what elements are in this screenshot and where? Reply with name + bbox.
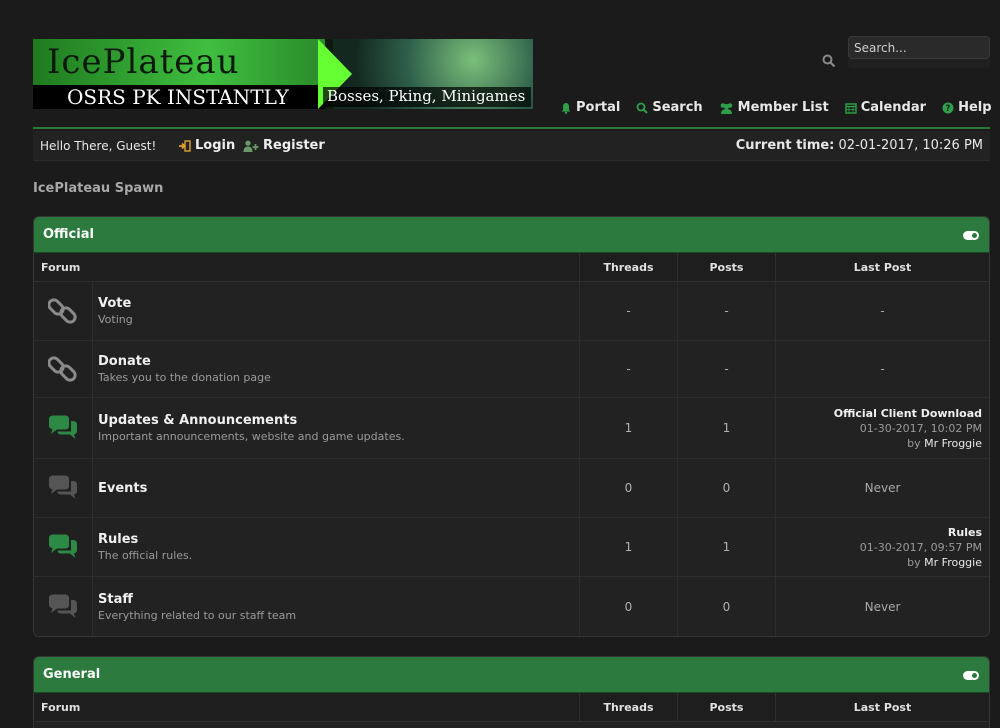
chat-icon: [34, 459, 93, 517]
link-icon: [34, 282, 93, 340]
table-header: Forum Threads Posts Last Post: [34, 253, 989, 282]
help-icon: ?: [942, 102, 954, 114]
post-count: 1: [678, 398, 776, 458]
welcome-bar: Hello There, Guest! Login Register Curre…: [33, 131, 990, 161]
thread-count: 0: [580, 459, 678, 517]
forum-description: The official rules.: [98, 549, 193, 562]
last-post: Official Client Download 01-30-2017, 10:…: [833, 406, 982, 450]
menu-item-portal[interactable]: Portal: [560, 100, 620, 115]
menu-item-calendar[interactable]: Calendar: [845, 100, 926, 115]
guest-greeting: Hello There, Guest!: [40, 139, 157, 153]
forum-row: Staff Everything related to our staff te…: [34, 577, 989, 636]
collapse-toggle-icon[interactable]: [963, 231, 979, 240]
last-post: Never: [864, 481, 901, 495]
current-time: Current time: 02-01-2017, 10:26 PM: [735, 138, 983, 153]
forum-name[interactable]: Staff: [98, 592, 579, 607]
post-count: 0: [678, 577, 776, 636]
breadcrumb[interactable]: IcePlateau Spawn: [33, 181, 163, 196]
register-link[interactable]: Register: [243, 138, 325, 153]
menu-label: Member List: [737, 100, 829, 115]
last-post-date: 01-30-2017, 10:02 PM: [859, 421, 982, 435]
last-post-date: 01-30-2017, 09:57 PM: [859, 540, 982, 554]
thread-count: 0: [580, 577, 678, 636]
forum-name[interactable]: Events: [98, 481, 579, 496]
last-post-title[interactable]: Rules: [948, 526, 982, 539]
logo-title: IcePlateau: [47, 42, 240, 82]
header-divider: [33, 127, 990, 129]
category-title[interactable]: General: [43, 667, 100, 682]
link-icon: [34, 341, 93, 397]
last-post: -: [880, 304, 885, 318]
menu-label: Calendar: [860, 100, 927, 115]
users-icon: [720, 102, 732, 114]
table-header: Forum Threads Posts Last Post: [34, 693, 989, 722]
search-input[interactable]: [848, 36, 990, 59]
post-count: -: [678, 341, 776, 397]
last-post: Never: [864, 600, 901, 614]
last-post-user[interactable]: Mr Froggie: [924, 437, 982, 450]
last-post: -: [880, 362, 885, 376]
logo-subtitle: Bosses, Pking, Minigames: [323, 87, 532, 107]
post-count: 1: [678, 518, 776, 576]
category-official: Official Forum Threads Posts Last Post V…: [33, 216, 990, 637]
forum-description: Takes you to the donation page: [98, 371, 271, 384]
forum-row: Updates & Announcements Important announ…: [34, 398, 989, 459]
forum-name[interactable]: Vote: [98, 296, 579, 311]
bell-icon: [561, 102, 571, 114]
forum-name[interactable]: Rules: [98, 532, 579, 547]
forum-row: Events 0 0 Never: [34, 459, 989, 518]
thread-count: 1: [580, 398, 678, 458]
post-count: 0: [678, 459, 776, 517]
last-post: Rules 01-30-2017, 09:57 PM by Mr Froggie: [859, 525, 982, 569]
forum-description: Everything related to our staff team: [98, 609, 297, 622]
menu-item-member-list[interactable]: Member List: [719, 100, 829, 115]
last-post-title[interactable]: Official Client Download: [834, 407, 982, 420]
category-general: General Forum Threads Posts Last Post: [33, 656, 990, 728]
search-icon[interactable]: [822, 54, 836, 68]
menu-label: Help: [958, 100, 992, 115]
menu-label: Portal: [576, 100, 621, 115]
last-post-user[interactable]: Mr Froggie: [924, 556, 982, 569]
category-title[interactable]: Official: [43, 227, 94, 242]
forum-row: Rules The official rules. 1 1 Rules 01-3…: [34, 518, 989, 577]
calendar-icon: [845, 102, 857, 114]
chat-icon: [34, 577, 93, 636]
forum-description: Voting: [98, 313, 133, 326]
forum-description: Important announcements, website and gam…: [98, 430, 405, 443]
chat-icon: [34, 398, 93, 458]
post-count: -: [678, 282, 776, 340]
svg-text:?: ?: [946, 104, 951, 114]
thread-count: -: [580, 282, 678, 340]
forum-row: Vote Voting - - -: [34, 282, 989, 341]
logo-tagline: OSRS PK INSTANTLY: [67, 85, 289, 109]
login-link[interactable]: Login: [178, 138, 235, 153]
chat-icon: [34, 518, 93, 576]
thread-count: 1: [580, 518, 678, 576]
forum-name[interactable]: Updates & Announcements: [98, 413, 579, 428]
search-icon: [636, 102, 649, 114]
category-header: General: [34, 657, 989, 693]
forum-row: Donate Takes you to the donation page - …: [34, 341, 989, 398]
menu-item-help[interactable]: ? Help: [942, 100, 992, 115]
add-user-icon: [243, 140, 259, 152]
thread-count: -: [580, 341, 678, 397]
page: IcePlateau OSRS PK INSTANTLY Bosses, Pki…: [0, 0, 1000, 728]
login-icon: [179, 139, 191, 152]
menu-label: Search: [652, 100, 703, 115]
menu-item-search[interactable]: Search: [636, 100, 703, 115]
collapse-toggle-icon[interactable]: [963, 671, 979, 680]
category-header: Official: [34, 217, 989, 253]
site-logo[interactable]: IcePlateau OSRS PK INSTANTLY Bosses, Pki…: [33, 39, 533, 109]
forum-name[interactable]: Donate: [98, 354, 579, 369]
top-menu: Portal Search Member List Calendar ? Hel…: [560, 100, 992, 115]
